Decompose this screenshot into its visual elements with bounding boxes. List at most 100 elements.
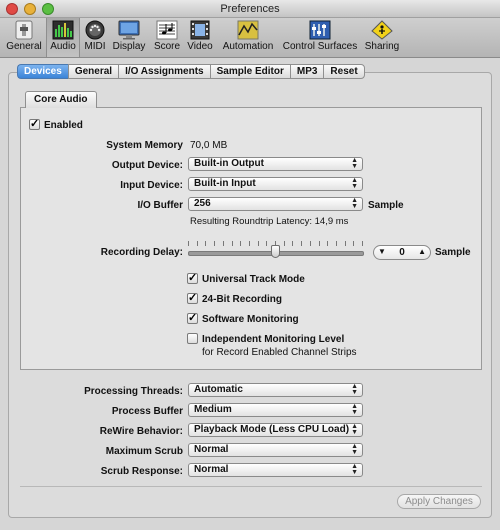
processing-threads-popup[interactable]: Automatic ▲ ▼ <box>188 383 363 397</box>
tab-core-audio[interactable]: Core Audio <box>25 91 97 108</box>
toolbar-audio-label: Audio <box>50 41 76 52</box>
tab-devices[interactable]: Devices <box>17 64 68 79</box>
io-buffer-label: I/O Buffer <box>137 200 183 211</box>
output-device-value: Built-in Output <box>194 158 264 169</box>
bit24-recording-label: 24-Bit Recording <box>202 294 283 305</box>
toolbar-video-label: Video <box>187 41 213 52</box>
toolbar-sharing-label: Sharing <box>364 41 400 52</box>
scrub-response-popup[interactable]: Normal ▲ ▼ <box>188 463 363 477</box>
automation-curve-icon <box>237 20 259 40</box>
maximum-scrub-label: Maximum Scrub <box>105 446 183 457</box>
recording-delay-label: Recording Delay: <box>100 247 183 258</box>
toolbar-display[interactable]: Display <box>110 18 148 57</box>
toolbar-midi-label: MIDI <box>84 41 106 52</box>
slider-tick <box>214 241 215 246</box>
slider-tick <box>223 241 224 246</box>
toolbar-control-surfaces-label: Control Surfaces <box>282 41 358 52</box>
output-device-label: Output Device: <box>111 160 183 171</box>
slider-tick <box>301 241 302 246</box>
enabled-checkbox[interactable]: ✓ <box>29 119 40 130</box>
io-buffer-popup[interactable]: 256 ▲ ▼ <box>188 197 363 211</box>
increment-icon[interactable]: ▲ <box>418 247 426 256</box>
maximum-scrub-value: Normal <box>194 444 229 455</box>
popup-arrows-icon: ▲ ▼ <box>351 463 358 476</box>
independent-monitoring-checkbox[interactable] <box>187 333 198 344</box>
slider-tick <box>345 241 346 246</box>
enabled-label: Enabled <box>44 120 83 131</box>
slider-tick <box>188 241 189 246</box>
toolbar-control-surfaces[interactable]: Control Surfaces <box>280 18 360 57</box>
independent-monitoring-sublabel: for Record Enabled Channel Strips <box>202 347 357 358</box>
tab-reset[interactable]: Reset <box>323 64 365 79</box>
system-memory-value: 70,0 MB <box>190 140 228 151</box>
slider-thumb[interactable] <box>271 245 280 258</box>
video-film-icon <box>190 20 210 40</box>
apply-changes-button[interactable]: Apply Changes <box>397 494 481 509</box>
slider-tick <box>197 241 198 246</box>
toolbar-sharing[interactable]: Sharing <box>362 18 402 57</box>
popup-arrows-icon: ▲ ▼ <box>351 423 358 436</box>
audio-tab-bar: Devices General I/O Assignments Sample E… <box>17 64 365 79</box>
title-bar: Preferences <box>0 0 500 18</box>
recording-delay-stepper[interactable]: ▼ 0 ▲ <box>373 245 431 260</box>
preferences-toolbar: General Audio MIDI Display Score Video A… <box>0 18 500 58</box>
software-monitoring-checkbox[interactable]: ✓ <box>187 313 198 324</box>
tab-mp3[interactable]: MP3 <box>289 64 324 79</box>
toolbar-automation-label: Automation <box>222 41 274 52</box>
display-monitor-icon <box>118 20 140 40</box>
process-buffer-label: Process Buffer <box>111 406 183 417</box>
processing-threads-label: Processing Threads: <box>84 386 183 397</box>
slider-tick <box>292 241 293 246</box>
io-buffer-unit: Sample <box>368 200 404 211</box>
bit24-recording-checkbox[interactable]: ✓ <box>187 293 198 304</box>
slider-tick <box>319 241 320 246</box>
scrub-response-label: Scrub Response: <box>100 466 183 477</box>
tab-general[interactable]: General <box>67 64 119 79</box>
bottom-divider <box>20 486 482 487</box>
score-notes-icon <box>156 20 178 40</box>
toolbar-audio[interactable]: Audio <box>46 18 80 57</box>
sharing-warning-icon <box>371 20 393 40</box>
slider-tick <box>240 241 241 246</box>
recording-delay-unit: Sample <box>435 247 471 258</box>
output-device-popup[interactable]: Built-in Output ▲ ▼ <box>188 157 363 171</box>
toolbar-automation[interactable]: Automation <box>218 18 278 57</box>
maximum-scrub-popup[interactable]: Normal ▲ ▼ <box>188 443 363 457</box>
slider-tick <box>249 241 250 246</box>
midi-connector-icon <box>85 20 105 40</box>
popup-arrows-icon: ▲ ▼ <box>351 383 358 396</box>
tab-io-assignments[interactable]: I/O Assignments <box>118 64 210 79</box>
rewire-behavior-value: Playback Mode (Less CPU Load) <box>194 424 350 435</box>
popup-arrows-icon: ▲ ▼ <box>351 443 358 456</box>
input-device-popup[interactable]: Built-in Input ▲ ▼ <box>188 177 363 191</box>
slider-tick <box>336 241 337 246</box>
toolbar-midi[interactable]: MIDI <box>81 18 109 57</box>
slider-tick <box>258 241 259 246</box>
system-memory-label: System Memory <box>106 140 183 151</box>
toolbar-video[interactable]: Video <box>185 18 215 57</box>
rewire-behavior-popup[interactable]: Playback Mode (Less CPU Load) ▲ ▼ <box>188 423 363 437</box>
slider-tick <box>310 241 311 246</box>
toolbar-general[interactable]: General <box>4 18 44 57</box>
general-switch-icon <box>15 20 33 40</box>
slider-tick <box>284 241 285 246</box>
slider-tick <box>327 241 328 246</box>
control-surfaces-icon <box>309 20 331 40</box>
popup-arrows-icon: ▲ ▼ <box>351 177 358 190</box>
popup-arrows-icon: ▲ ▼ <box>351 403 358 416</box>
tab-sample-editor[interactable]: Sample Editor <box>209 64 290 79</box>
scrub-response-value: Normal <box>194 464 229 475</box>
toolbar-score[interactable]: Score <box>151 18 183 57</box>
software-monitoring-label: Software Monitoring <box>202 314 299 325</box>
input-device-value: Built-in Input <box>194 178 256 189</box>
popup-arrows-icon: ▲ ▼ <box>351 197 358 210</box>
io-buffer-value: 256 <box>194 198 211 209</box>
slider-tick <box>353 241 354 246</box>
process-buffer-popup[interactable]: Medium ▲ ▼ <box>188 403 363 417</box>
input-device-label: Input Device: <box>120 180 183 191</box>
window-title: Preferences <box>220 3 280 15</box>
recording-delay-slider[interactable] <box>186 238 366 262</box>
universal-track-mode-checkbox[interactable]: ✓ <box>187 273 198 284</box>
slider-tick <box>205 241 206 246</box>
processing-threads-value: Automatic <box>194 384 243 395</box>
